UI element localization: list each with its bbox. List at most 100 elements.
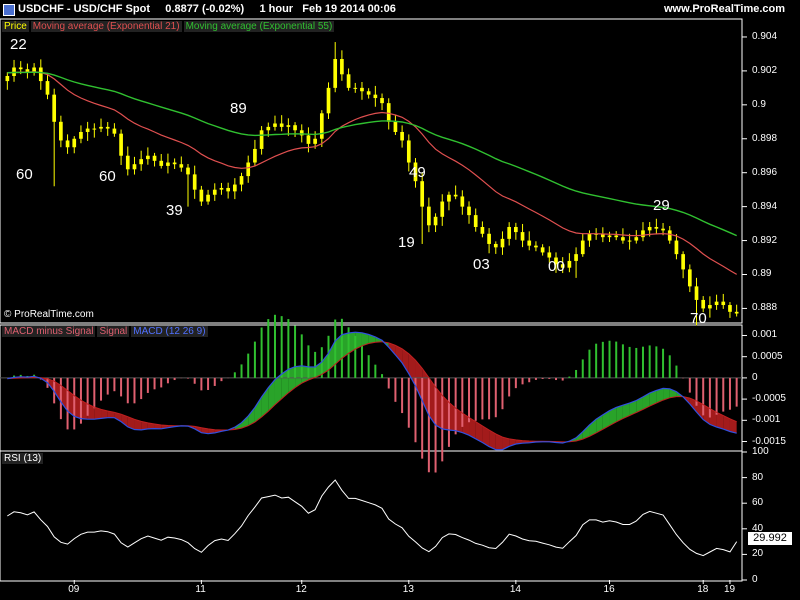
candle-body (186, 167, 190, 175)
candle-body (654, 226, 659, 229)
datetime-label: Feb 19 2014 00:06 (302, 3, 396, 15)
macd-panel-frame (0, 324, 743, 452)
candle-body (386, 103, 391, 122)
signal-line (7, 341, 737, 443)
candle-body (45, 81, 50, 95)
candle-body (487, 233, 491, 244)
price-ytick: 0.896 (752, 166, 778, 178)
candle-body (647, 226, 652, 231)
candle-body (694, 286, 699, 300)
macd-line (7, 331, 737, 451)
legend-macd[interactable]: MACD (12 26 9) (131, 326, 208, 337)
rsi-current-value: 29.992 (748, 532, 792, 545)
macd-ytick: -0.001 (752, 414, 781, 426)
candle-body (18, 67, 23, 70)
candle-body (574, 254, 578, 261)
macd-ytick: 0 (752, 371, 758, 383)
candle-body (232, 184, 237, 192)
candle-body (199, 189, 204, 202)
candle-body (319, 113, 324, 139)
candle-body (59, 121, 63, 141)
candle-body (279, 123, 284, 127)
candle-body (159, 160, 164, 166)
candle-body (119, 133, 123, 156)
candle-body (714, 301, 719, 306)
candle-body (38, 67, 43, 82)
watermark: © ProRealTime.com (4, 309, 94, 320)
legend-rsi[interactable]: RSI (13) (2, 453, 44, 464)
candle-body (326, 87, 331, 114)
date-xtick: 13 (402, 584, 414, 595)
site-link[interactable]: www.ProRealTime.com (664, 3, 785, 15)
candle-body (420, 181, 425, 207)
price-ytick: 0.888 (752, 302, 778, 314)
candle-body (346, 74, 351, 88)
price-ytick: 0.89 (752, 268, 772, 280)
candle-body (514, 226, 518, 233)
candle-body (587, 233, 592, 241)
legend-price[interactable]: Price (2, 21, 29, 32)
candle-body (520, 232, 525, 241)
macd-ytick: -0.0005 (752, 393, 786, 405)
candle-body (253, 148, 257, 163)
candle-body (641, 230, 645, 238)
candle-body (132, 164, 137, 170)
candle-body (360, 87, 364, 92)
candle-body (500, 238, 505, 248)
candle-body (507, 226, 512, 239)
candle-body (226, 187, 230, 192)
candle-body (146, 155, 150, 160)
legend-ema55[interactable]: Moving average (Exponential 55) (183, 21, 335, 32)
candle-body (380, 98, 384, 104)
chart-icon[interactable] (3, 4, 15, 16)
ema21-line (7, 71, 738, 275)
candle-body (373, 94, 378, 99)
candle-body (172, 162, 177, 165)
level-label-49: 49 (409, 164, 426, 181)
level-label-89: 89 (230, 100, 247, 117)
candle-body (701, 299, 706, 309)
candle-body (460, 196, 465, 207)
candle-body (621, 237, 625, 241)
candle-body (219, 187, 224, 190)
candle-body (266, 126, 271, 131)
price-ytick: 0.902 (752, 64, 778, 76)
candle-body (306, 135, 311, 144)
candle-body (92, 128, 97, 130)
candle-body (634, 237, 639, 241)
candle-body (721, 301, 726, 306)
price-ytick: 0.892 (752, 234, 778, 246)
candle-body (65, 140, 70, 148)
level-label-00: 00 (548, 258, 565, 275)
rsi-ytick: 60 (752, 497, 764, 509)
candle-body (125, 155, 130, 170)
price-ytick: 0.898 (752, 132, 778, 144)
candle-body (192, 174, 197, 190)
candle-body (5, 75, 10, 82)
candle-body (427, 206, 431, 226)
candle-body (687, 269, 692, 287)
candle-body (681, 254, 685, 270)
timeframe-label[interactable]: 1 hour (259, 3, 293, 15)
candle-body (527, 240, 532, 246)
candle-body (293, 125, 297, 131)
legend-ema21[interactable]: Moving average (Exponential 21) (30, 21, 182, 32)
candle-body (400, 131, 404, 141)
date-xtick: 16 (603, 584, 615, 595)
legend-signal[interactable]: Signal (97, 326, 130, 337)
legend-macd-hist[interactable]: MACD minus Signal (2, 326, 96, 337)
candle-body (661, 228, 665, 231)
date-xtick: 12 (295, 584, 307, 595)
price-ytick: 0.904 (752, 30, 778, 42)
ema55-line (7, 71, 737, 237)
chart-canvas (0, 18, 747, 584)
level-label-29: 29 (653, 197, 670, 214)
level-label-60a: 60 (16, 166, 33, 183)
candle-body (708, 305, 712, 309)
price-ytick: 0.894 (752, 200, 778, 212)
candle-body (567, 260, 572, 268)
macd-ytick: -0.0015 (752, 435, 786, 447)
candle-body (166, 162, 170, 166)
candle-body (540, 247, 545, 253)
rsi-line (7, 479, 738, 557)
